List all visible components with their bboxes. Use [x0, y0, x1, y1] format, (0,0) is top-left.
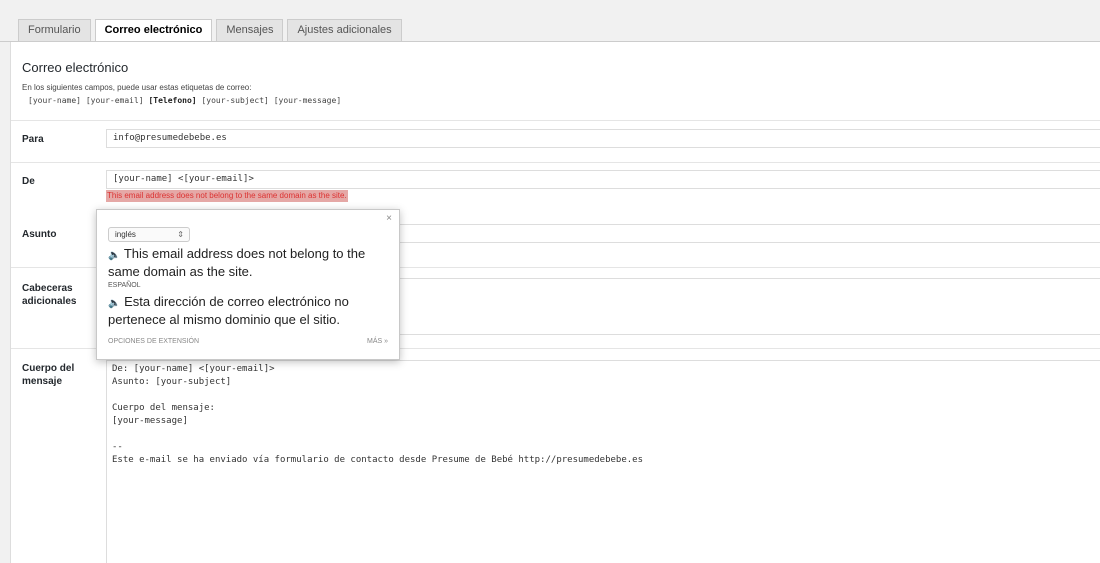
mail-tags-intro: En los siguientes campos, puede usar est…: [22, 83, 252, 92]
extension-options-link[interactable]: OPCIONES DE EXTENSIÓN: [108, 338, 199, 345]
label-line: Cuerpo del: [22, 363, 75, 374]
tab-mensajes[interactable]: Mensajes: [216, 19, 284, 42]
speaker-icon[interactable]: 🔈: [108, 250, 120, 261]
close-icon[interactable]: ×: [386, 213, 392, 224]
mail-tag: [your-subject]: [201, 96, 269, 105]
divider: [11, 120, 1100, 121]
cuerpo-label: Cuerpo del mensaje: [22, 362, 74, 388]
mail-tag: [your-message]: [273, 96, 342, 105]
de-input[interactable]: [your-name] <[your-email]>: [106, 170, 1100, 189]
mail-tag: [Telefono]: [148, 96, 197, 105]
label-line: adicionales: [22, 296, 77, 307]
section-title: Correo electrónico: [22, 60, 129, 75]
mail-tag: [your-email]: [85, 96, 144, 105]
cuerpo-textarea[interactable]: De: [your-name] <[your-email]> Asunto: […: [106, 360, 1100, 563]
mail-tags-list: [your-name] [your-email] [Telefono] [you…: [28, 96, 341, 105]
speaker-icon[interactable]: 🔈: [108, 298, 120, 309]
domain-warning: This email address does not belong to th…: [106, 190, 348, 202]
asunto-label: Asunto: [22, 229, 57, 240]
source-language-value: inglés: [115, 230, 136, 239]
source-translation: 🔈 This email address does not belong to …: [108, 246, 393, 280]
de-label: De: [22, 176, 35, 187]
source-language-select[interactable]: inglés ⇕: [108, 227, 190, 242]
tab-correo-electronico[interactable]: Correo electrónico: [94, 19, 213, 43]
source-text: This email address does not belong to th…: [108, 246, 366, 279]
tab-formulario[interactable]: Formulario: [18, 19, 91, 42]
target-language-label: ESPAÑOL: [108, 282, 141, 289]
chevron-updown-icon: ⇕: [177, 230, 184, 239]
mail-tag: [your-name]: [28, 96, 81, 105]
more-link[interactable]: MÁS »: [367, 338, 388, 345]
label-line: Cabeceras: [22, 283, 73, 294]
tab-bar: Formulario Correo electrónico Mensajes A…: [18, 19, 402, 43]
divider: [11, 162, 1100, 163]
para-input[interactable]: info@presumedebebe.es: [106, 129, 1100, 148]
para-label: Para: [22, 134, 44, 145]
target-translation: 🔈 Esta dirección de correo electrónico n…: [108, 294, 393, 328]
tab-ajustes-adicionales[interactable]: Ajustes adicionales: [287, 19, 402, 42]
translate-popup: × inglés ⇕ 🔈 This email address does not…: [96, 209, 400, 360]
cabeceras-label: Cabeceras adicionales: [22, 282, 76, 308]
target-text: Esta dirección de correo electrónico no …: [108, 294, 349, 327]
label-line: mensaje: [22, 376, 63, 387]
popup-footer: OPCIONES DE EXTENSIÓN MÁS »: [108, 338, 388, 345]
